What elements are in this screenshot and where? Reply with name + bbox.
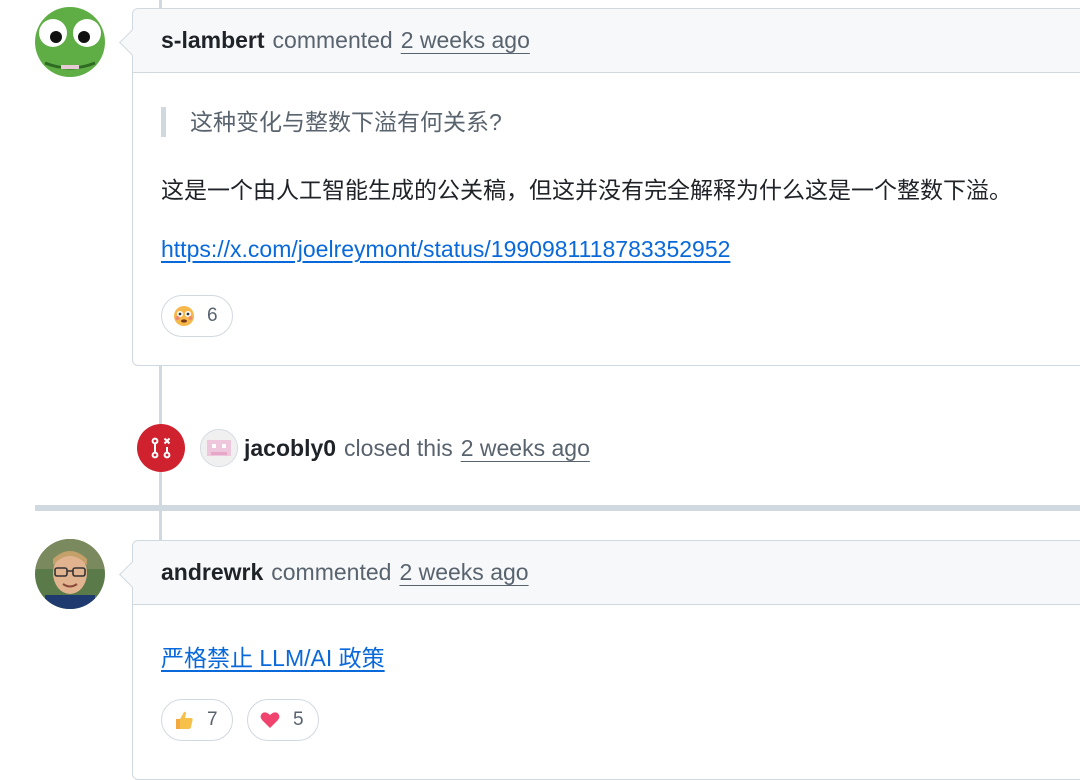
- event-verb: closed this: [344, 434, 453, 461]
- comment-timestamp[interactable]: 2 weeks ago: [401, 27, 530, 54]
- avatar-s-lambert[interactable]: [35, 7, 105, 77]
- comment-verb: commented: [271, 559, 392, 585]
- timeline-divider: [35, 505, 1080, 511]
- reaction-button-heart[interactable]: 5: [247, 699, 319, 741]
- flushed-face-emoji: [173, 305, 195, 327]
- comment-header: s-lambert commented 2 weeks ago: [133, 9, 1080, 73]
- event-text: jacobly0 closed this 2 weeks ago: [195, 429, 590, 467]
- reaction-count: 6: [207, 305, 218, 326]
- comment-verb: commented: [272, 27, 393, 53]
- event-author[interactable]: jacobly0: [244, 435, 336, 462]
- avatar-andrewrk[interactable]: [35, 539, 105, 609]
- avatar-jacobly0[interactable]: [200, 429, 238, 467]
- timeline-line: [159, 472, 162, 505]
- comment-header: andrewrk commented 2 weeks ago: [133, 541, 1080, 605]
- heart-emoji: [259, 709, 281, 731]
- blockquote: 这种变化与整数下溢有何关系?: [161, 107, 502, 137]
- comment-timestamp[interactable]: 2 weeks ago: [399, 559, 528, 586]
- reaction-button-thumbs-up[interactable]: 7: [161, 699, 233, 741]
- timeline-line: [159, 511, 162, 541]
- reaction-count: 7: [207, 709, 218, 730]
- closed-event: jacobly0 closed this 2 weeks ago: [137, 424, 590, 472]
- comment-andrewrk: andrewrk commented 2 weeks ago 严格禁止 LLM/…: [119, 540, 1080, 780]
- event-timestamp[interactable]: 2 weeks ago: [461, 435, 590, 462]
- timeline-line: [159, 366, 162, 424]
- git-pull-request-closed-icon: [137, 424, 185, 472]
- policy-link[interactable]: 严格禁止 LLM/AI 政策: [161, 639, 385, 673]
- thumbs-up-emoji: [173, 709, 195, 731]
- reaction-count: 5: [293, 709, 304, 730]
- comment-author[interactable]: s-lambert: [161, 27, 265, 54]
- comment-author[interactable]: andrewrk: [161, 559, 263, 586]
- comment-link[interactable]: https://x.com/joelreymont/status/1990981…: [161, 236, 730, 263]
- reaction-button[interactable]: 6: [161, 295, 233, 337]
- comment-s-lambert: s-lambert commented 2 weeks ago 这种变化与整数下…: [119, 8, 1080, 366]
- comment-body: 这是一个由人工智能生成的公关稿，但这并没有完全解释为什么这是一个整数下溢。: [161, 177, 1012, 203]
